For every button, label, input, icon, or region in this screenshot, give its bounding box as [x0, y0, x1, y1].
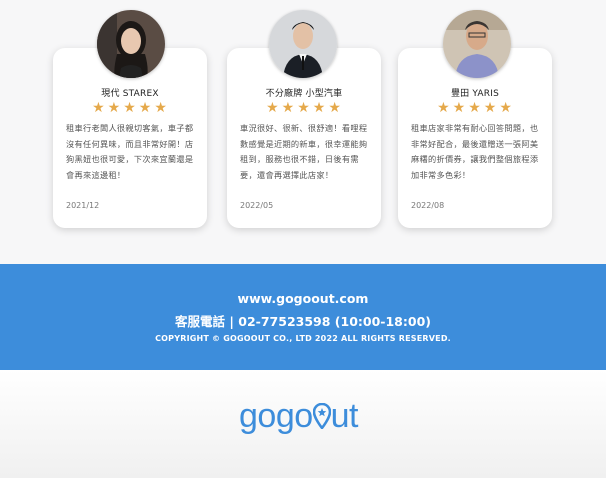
reviewer-avatar — [443, 10, 511, 78]
rating-stars: ★ ★ ★ ★ ★ — [53, 100, 207, 116]
review-car-name: 不分廠牌 小型汽車 — [265, 89, 343, 99]
logo-area: gogo ut — [0, 370, 606, 478]
review-date: 2022/08 — [411, 201, 445, 210]
star-icon: ★ — [281, 100, 296, 116]
star-icon: ★ — [154, 100, 168, 116]
star-icon: ★ — [297, 100, 311, 116]
star-icon: ★ — [452, 100, 467, 116]
review-comment: 車況很好、很新、很舒適！看哩程數感覺是近期的新車，很幸運能夠租到，服務也很不錯，… — [240, 123, 368, 180]
logo-text-left: gogo — [239, 397, 313, 435]
star-icon: ★ — [138, 100, 153, 116]
footer-copyright: COPYRIGHT © GOGOOUT CO., LTD 2022 ALL RI… — [155, 334, 451, 343]
avatar-man-suit-photo — [269, 10, 337, 78]
review-comment: 租車店家非常有耐心回答問題，也非常好配合，最後還贈送一張阿美麻糬的折價券，讓我們… — [411, 123, 539, 180]
reviewer-avatar — [269, 10, 337, 78]
review-car-name: 豐田 YARIS — [450, 89, 500, 99]
rating-stars: ★ ★ ★ ★ ★ — [227, 100, 381, 116]
review-comment: 租車行老闆人很親切客氣，車子都沒有任何異味，而且非常好開！店狗黑妞也很可愛，下次… — [66, 123, 194, 180]
review-date: 2022/05 — [240, 201, 274, 210]
reviewer-avatar — [97, 10, 165, 78]
footer-phone: 客服電話 | 02-77523598 (10:00-18:00) — [175, 314, 431, 329]
review-car-name: 現代 STAREX — [101, 89, 159, 99]
avatar-woman-photo — [97, 10, 165, 78]
star-icon: ★ — [499, 100, 513, 116]
star-icon: ★ — [107, 100, 122, 116]
location-pin-icon — [312, 396, 331, 431]
star-icon: ★ — [312, 100, 327, 116]
review-date: 2021/12 — [66, 201, 100, 210]
star-icon: ★ — [468, 100, 482, 116]
star-icon: ★ — [483, 100, 498, 116]
reviews-section: 現代 STAREX ★ ★ ★ ★ ★ 租車行老闆人很親切客氣，車子都沒有任何異味，而且… — [0, 0, 606, 264]
site-footer: www.gogoout.com 客服電話 | 02-77523598 (10:0… — [0, 264, 606, 370]
logo-text-right: ut — [330, 397, 359, 435]
avatar-older-man-photo — [443, 10, 511, 78]
gogoout-logo[interactable]: gogo ut — [239, 394, 359, 438]
rating-stars: ★ ★ ★ ★ ★ — [398, 100, 552, 116]
star-icon: ★ — [92, 100, 106, 116]
star-icon: ★ — [328, 100, 342, 116]
star-icon: ★ — [123, 100, 137, 116]
star-icon: ★ — [437, 100, 451, 116]
star-icon: ★ — [266, 100, 280, 116]
footer-website-link[interactable]: www.gogoout.com — [0, 291, 606, 306]
